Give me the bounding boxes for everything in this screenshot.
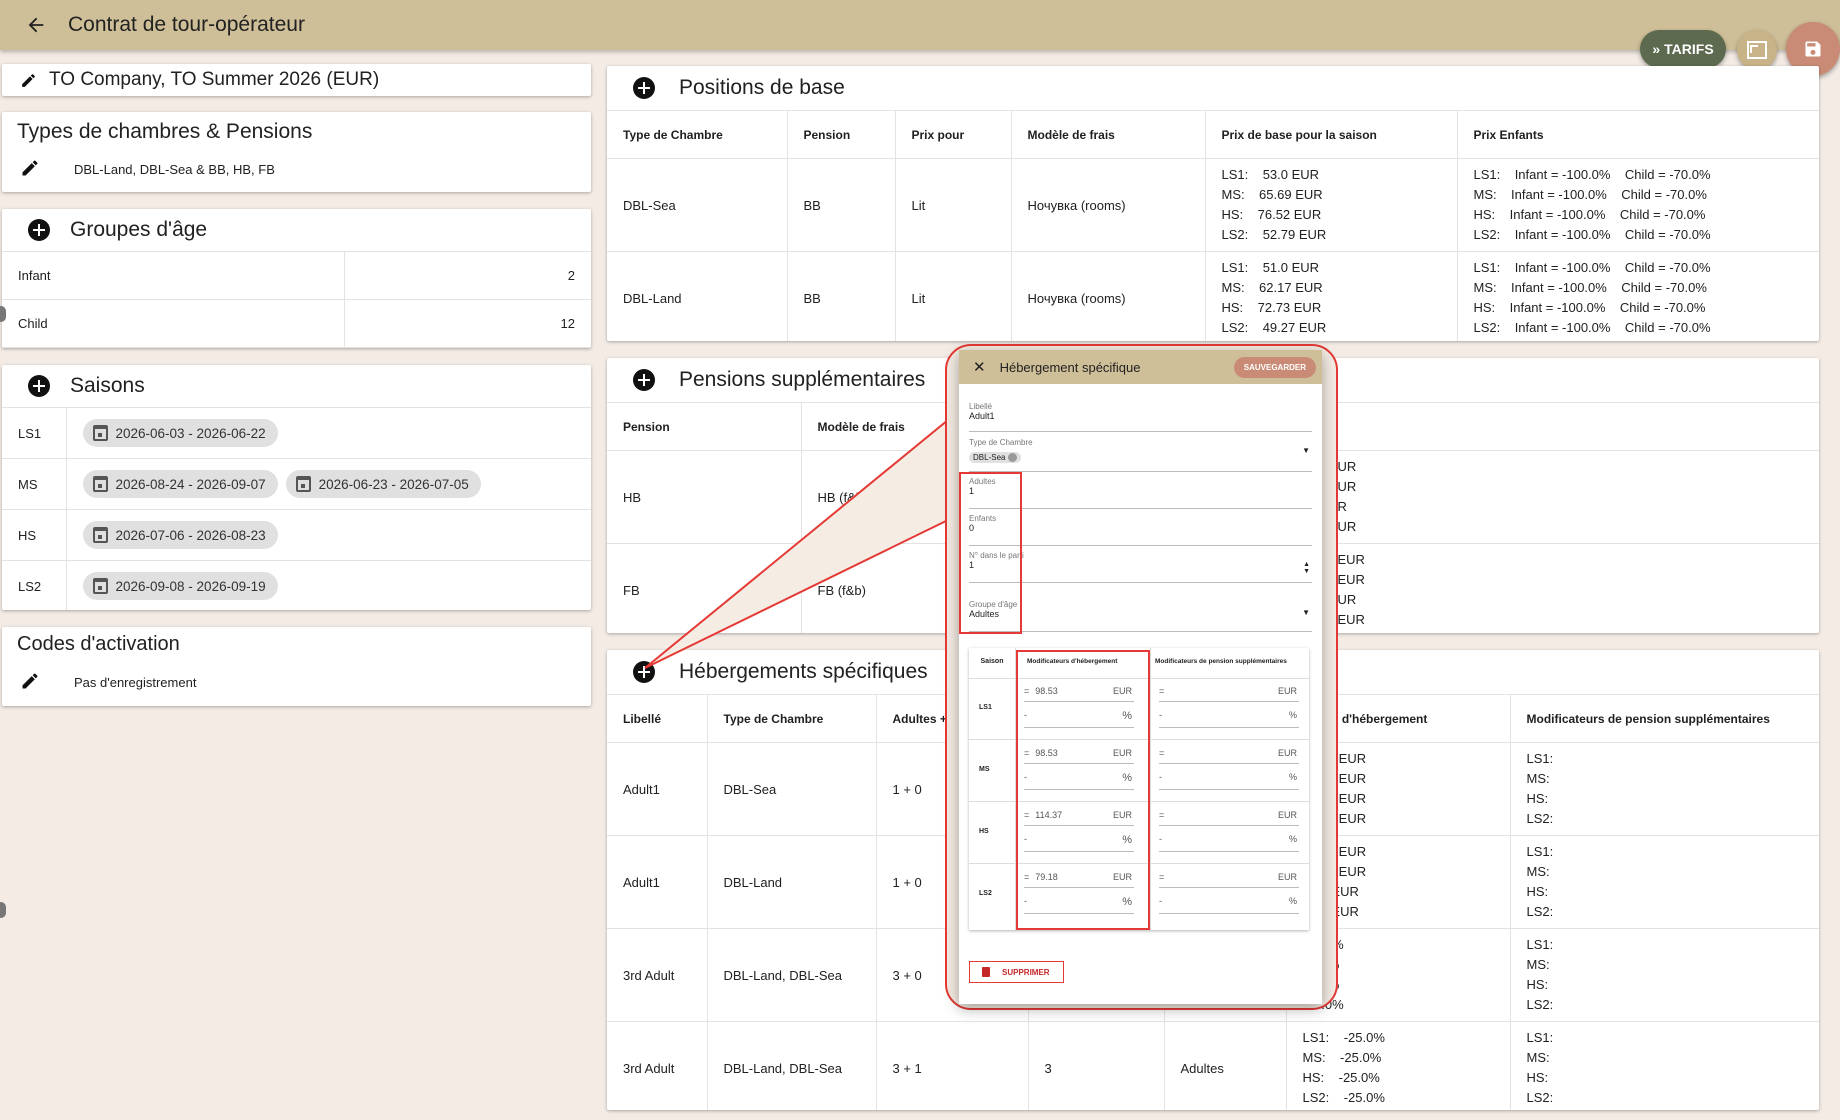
delete-button[interactable]: SUPPRIMER xyxy=(969,961,1064,983)
chip-label: DBL-Sea xyxy=(973,453,1006,462)
drag-handle[interactable] xyxy=(0,902,6,918)
unit: % xyxy=(1288,710,1297,720)
eq-input[interactable]: = EUR xyxy=(1159,810,1299,826)
stepper-icon[interactable]: ▲ ▼ xyxy=(1303,561,1310,575)
unit: EUR xyxy=(1277,872,1297,882)
dialog-title: Hébergement spécifique xyxy=(999,359,1141,375)
minus-sign: - xyxy=(1159,834,1162,844)
pct-input[interactable]: -% xyxy=(1159,772,1299,790)
unit: % xyxy=(1288,834,1297,844)
season-code: LS2 xyxy=(979,890,992,897)
unit: EUR xyxy=(1277,686,1297,696)
pct-input[interactable]: -% xyxy=(1159,710,1299,728)
close-icon[interactable]: ✕ xyxy=(973,358,986,376)
field-value: Adult1 xyxy=(969,411,995,421)
field-label: Type de Chambre xyxy=(969,438,1033,447)
pct-input[interactable]: -% xyxy=(1159,896,1299,914)
delete-label: SUPPRIMER xyxy=(1002,967,1050,977)
season-code: MS xyxy=(979,766,990,773)
dialog-save-button[interactable]: SAUVEGARDER xyxy=(1233,356,1316,378)
eq-sign: = xyxy=(1159,810,1165,820)
eq-input[interactable]: = EUR xyxy=(1159,748,1299,764)
minus-sign: - xyxy=(1159,710,1162,720)
drag-handle[interactable] xyxy=(0,306,6,322)
room-chip[interactable]: DBL-Sea xyxy=(969,452,1022,463)
season-code: HS xyxy=(979,828,989,835)
eq-sign: = xyxy=(1159,686,1165,696)
modifiers-table: Saison Modificateurs d'hébergement Modif… xyxy=(969,648,1309,930)
eq-sign: = xyxy=(1159,872,1165,882)
chevron-down-icon: ▼ xyxy=(1302,608,1310,617)
eq-input[interactable]: = EUR xyxy=(1159,872,1299,888)
season-col-header: Saison xyxy=(980,658,1004,665)
field-label: Libellé xyxy=(969,402,993,411)
pension-col-header: Modificateurs de pension supplémentaires xyxy=(1155,658,1287,665)
specific-accommodation-dialog: ✕ Hébergement spécifique SAUVEGARDER Lib… xyxy=(959,350,1322,1004)
room-type-select[interactable]: Type de Chambre DBL-Sea ▼ xyxy=(969,438,1312,472)
minus-sign: - xyxy=(1159,772,1162,782)
pct-input[interactable]: -% xyxy=(1159,834,1299,852)
chevron-down-icon: ▼ xyxy=(1302,446,1310,455)
red-highlight-fields xyxy=(959,472,1022,634)
unit: EUR xyxy=(1277,748,1297,758)
dialog-header: ✕ Hébergement spécifique SAUVEGARDER xyxy=(959,350,1322,384)
libelle-field[interactable]: Libellé Adult1 xyxy=(969,402,1312,432)
red-highlight-modifiers xyxy=(1016,650,1150,930)
unit: EUR xyxy=(1277,810,1297,820)
callout-pointer xyxy=(644,417,949,669)
unit: % xyxy=(1288,896,1297,906)
season-code: LS1 xyxy=(979,704,992,711)
minus-sign: - xyxy=(1159,896,1162,906)
chip-remove-icon[interactable] xyxy=(1008,453,1018,462)
trash-icon xyxy=(982,967,990,977)
eq-input[interactable]: = EUR xyxy=(1159,686,1299,702)
eq-sign: = xyxy=(1159,748,1165,758)
unit: % xyxy=(1288,772,1297,782)
